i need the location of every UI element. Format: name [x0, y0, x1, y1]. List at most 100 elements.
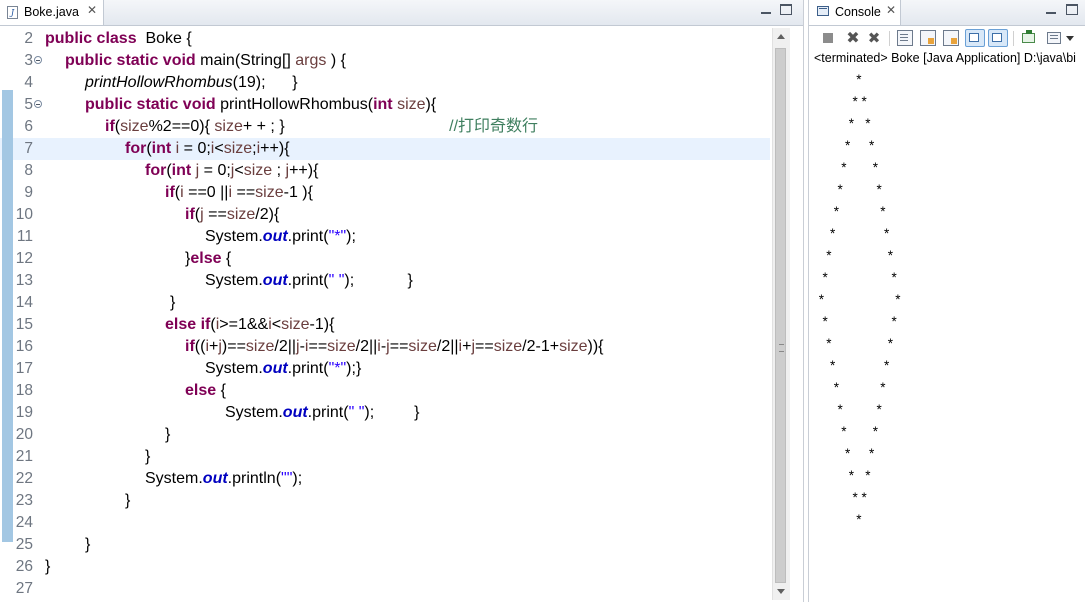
- code-line[interactable]: 23}: [0, 490, 770, 512]
- show-stderr-icon[interactable]: [988, 29, 1008, 47]
- editor-tab-bar: J Boke.java ✕: [0, 0, 803, 26]
- code-line[interactable]: 12}else {: [0, 248, 770, 270]
- console-output-line: *: [815, 512, 862, 527]
- code-line[interactable]: 13 System.out.print(" "); }: [0, 270, 770, 292]
- minimize-icon[interactable]: [1045, 4, 1057, 15]
- line-number: 3: [24, 52, 33, 69]
- scroll-lock-icon[interactable]: [920, 30, 936, 46]
- code-line[interactable]: 27: [0, 578, 770, 600]
- code-line[interactable]: 21}: [0, 446, 770, 468]
- word-wrap-icon[interactable]: [943, 30, 959, 46]
- code-line[interactable]: 17 System.out.print("*");}: [0, 358, 770, 380]
- display-console-icon[interactable]: [1047, 32, 1061, 44]
- console-output-line: *: [815, 72, 862, 87]
- console-output-line: * *: [815, 270, 897, 285]
- console-output-line: * *: [815, 336, 894, 351]
- scrollbar-thumb[interactable]: [775, 48, 786, 583]
- tab-label: Boke.java: [24, 5, 79, 19]
- terminate-icon[interactable]: [823, 33, 833, 43]
- code-line[interactable]: 5 public static void printHollowRhombus(i…: [0, 94, 770, 116]
- console-output-line: * *: [815, 116, 871, 131]
- maximize-icon[interactable]: [780, 4, 792, 15]
- clear-console-icon[interactable]: [897, 30, 913, 46]
- console-output-line: * *: [815, 314, 897, 329]
- console-output-line: * *: [815, 402, 882, 417]
- code-line[interactable]: 11 System.out.print("*");: [0, 226, 770, 248]
- code-text: public static void main(String[] args ) …: [65, 52, 346, 69]
- console-output-line: * *: [815, 160, 879, 175]
- minimize-icon[interactable]: [760, 4, 772, 15]
- code-text: else if(i>=1&&i<size-1){: [165, 316, 335, 333]
- code-text: }: [170, 294, 176, 311]
- code-text: System.out.print("*");}: [205, 360, 362, 377]
- code-text: printHollowRhombus(19); }: [85, 74, 298, 91]
- code-line[interactable]: 9 if(i ==0 ||i ==size-1 ){: [0, 182, 770, 204]
- close-tab-icon[interactable]: ✕: [87, 3, 97, 17]
- tab-label: Console: [835, 5, 881, 19]
- console-output-line: * *: [815, 248, 894, 263]
- console-tab-bar: Console ✕: [809, 0, 1085, 26]
- tab-boke-java[interactable]: J Boke.java ✕: [0, 0, 104, 25]
- code-line[interactable]: 3 public static void main(String[] args )…: [0, 50, 770, 72]
- code-line[interactable]: 19 System.out.print(" "); }: [0, 402, 770, 424]
- code-line[interactable]: 16 if((i+j)==size/2||j-i==size/2||i-j==si…: [0, 336, 770, 358]
- maximize-icon[interactable]: [1066, 4, 1078, 15]
- collapse-fold-icon[interactable]: [34, 100, 42, 108]
- code-line[interactable]: 22 System.out.println("");: [0, 468, 770, 490]
- code-text: System.out.print(" "); }: [225, 404, 420, 421]
- code-text: System.out.println("");: [145, 470, 303, 487]
- collapse-fold-icon[interactable]: [34, 56, 42, 64]
- java-file-icon: J: [7, 6, 18, 19]
- tab-console[interactable]: Console ✕: [809, 0, 901, 25]
- console-output-line: * *: [815, 94, 867, 109]
- console-toolbar: ✖ ✖: [809, 26, 1085, 50]
- console-output-line: * *: [815, 204, 886, 219]
- code-text: System.out.print("*");: [205, 228, 356, 245]
- code-text: }else {: [185, 250, 232, 267]
- console-process-title: <terminated> Boke [Java Application] D:\…: [814, 51, 1076, 65]
- remove-launch-icon[interactable]: ✖: [845, 30, 861, 46]
- code-text: for(int j = 0;j<size ; j++){: [145, 162, 319, 179]
- code-text: for(int i = 0;i<size;i++){: [125, 140, 290, 157]
- chevron-down-icon[interactable]: [1066, 36, 1074, 41]
- remove-all-icon[interactable]: ✖: [866, 30, 882, 46]
- console-output-line: * *: [815, 182, 882, 197]
- code-line[interactable]: 18 else {: [0, 380, 770, 402]
- console-output-line: * *: [815, 380, 886, 395]
- code-text: else {: [185, 382, 226, 399]
- scroll-up-arrow-icon[interactable]: [777, 34, 785, 39]
- code-text: System.out.print(" "); }: [205, 272, 413, 289]
- scroll-down-arrow-icon[interactable]: [777, 589, 785, 594]
- code-text: }: [45, 558, 51, 575]
- code-line[interactable]: 14}: [0, 292, 770, 314]
- console-output-line: * *: [815, 292, 901, 307]
- code-text: public static void printHollowRhombus(in…: [85, 96, 437, 113]
- code-line[interactable]: 8 for(int j = 0;j<size ; j++){: [0, 160, 770, 182]
- code-line[interactable]: 4 printHollowRhombus(19); }: [0, 72, 770, 94]
- code-line[interactable]: 26}: [0, 556, 770, 578]
- code-line[interactable]: 2 public class Boke {: [0, 28, 770, 50]
- code-line[interactable]: 15 else if(i>=1&&i<size-1){: [0, 314, 770, 336]
- code-text: if(size%2==0){ size+ + ; } //打印奇数行: [105, 118, 539, 135]
- console-icon: [817, 6, 829, 16]
- code-text: if((i+j)==size/2||j-i==size/2||i-j==size…: [185, 338, 604, 355]
- line-number: 2: [24, 30, 33, 47]
- code-text: }: [125, 492, 131, 509]
- console-output-line: * *: [815, 358, 890, 373]
- console-output-line: * *: [815, 424, 879, 439]
- vertical-scrollbar[interactable]: [772, 28, 790, 600]
- code-editor[interactable]: 2 public class Boke { 3 public static void …: [0, 28, 790, 602]
- change-ruler-marker: [2, 90, 13, 542]
- close-tab-icon[interactable]: ✕: [886, 3, 896, 17]
- code-line[interactable]: 7 for(int i = 0;i<size;i++){: [0, 138, 770, 160]
- code-line[interactable]: 25}: [0, 534, 770, 556]
- code-line[interactable]: 10 if(j ==size/2){: [0, 204, 770, 226]
- editor-panel: J Boke.java ✕ 2 public class Boke { 3 publi…: [0, 0, 804, 602]
- code-line[interactable]: 6 if(size%2==0){ size+ + ; } //打印奇数行: [0, 116, 770, 138]
- code-line[interactable]: 20}: [0, 424, 770, 446]
- code-line[interactable]: 24: [0, 512, 770, 534]
- code-text: }: [85, 536, 91, 553]
- show-stdout-icon[interactable]: [965, 29, 985, 47]
- pin-console-icon[interactable]: [1020, 30, 1036, 46]
- console-panel: Console ✕ ✖ ✖ <terminated> Boke [Java Ap…: [808, 0, 1085, 602]
